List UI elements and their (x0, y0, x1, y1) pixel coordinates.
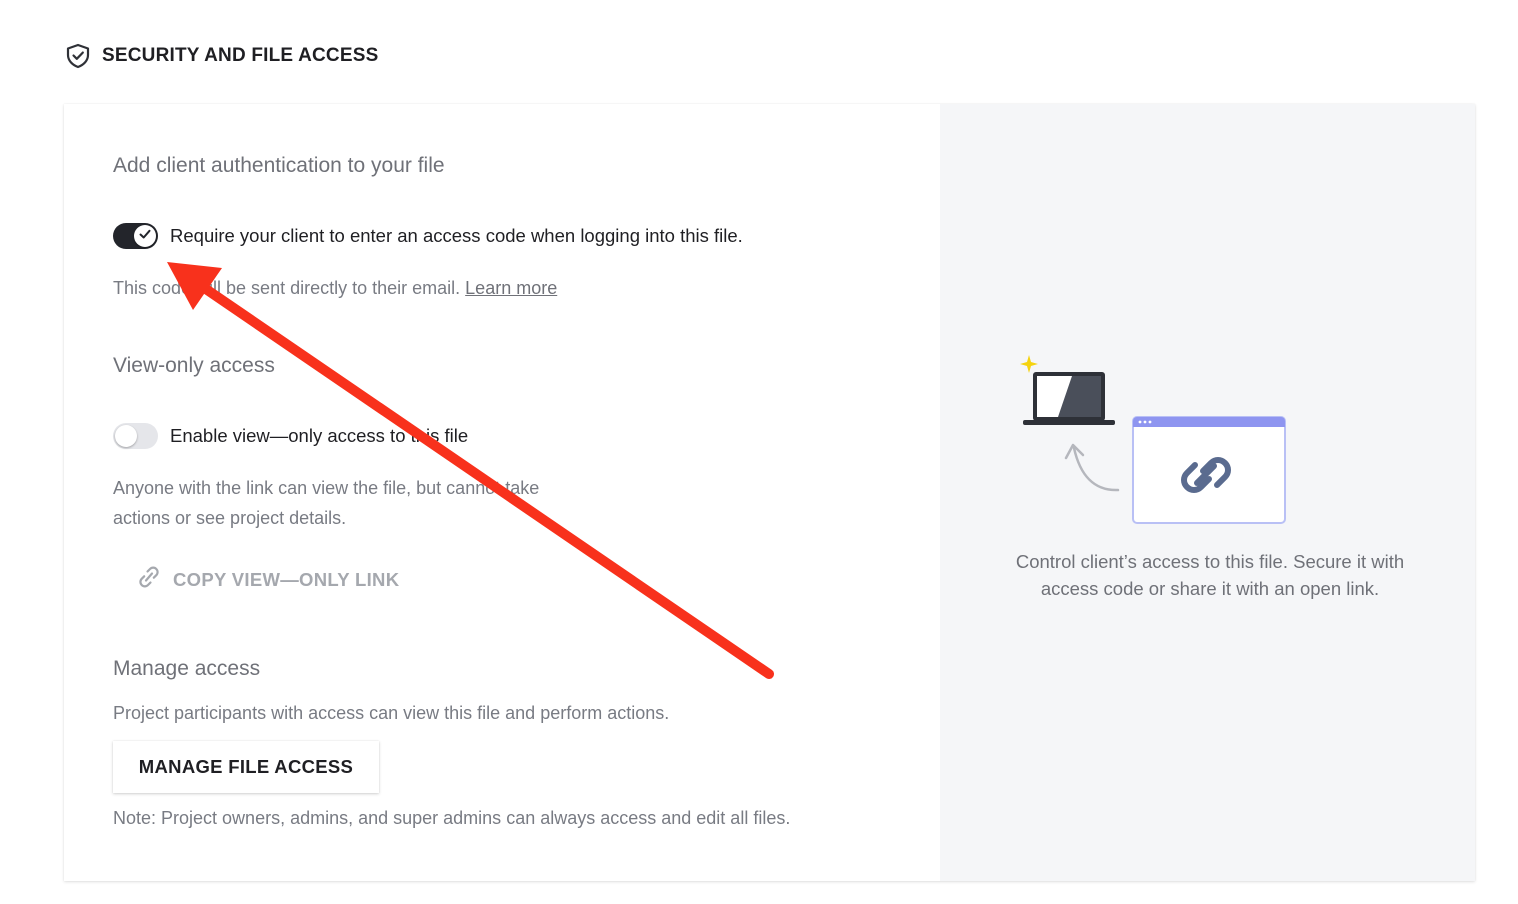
auth-description: This code will be sent directly to their… (113, 273, 557, 303)
check-icon (138, 227, 152, 246)
view-only-toggle[interactable] (113, 423, 158, 449)
section-header: SECURITY AND FILE ACCESS (64, 42, 378, 70)
view-only-description: Anyone with the link can view the file, … (113, 473, 539, 533)
toggle-knob (115, 425, 137, 447)
shield-check-icon (64, 42, 92, 70)
link-icon (139, 566, 159, 593)
manage-heading: Manage access (113, 657, 261, 680)
learn-more-link[interactable]: Learn more (465, 278, 557, 298)
manage-note: Note: Project owners, admins, and super … (113, 808, 791, 828)
auth-description-text: This code will be sent directly to their… (113, 278, 461, 298)
section-title: SECURITY AND FILE ACCESS (102, 45, 379, 66)
curved-arrow-icon (1064, 443, 1120, 492)
access-code-toggle[interactable] (113, 223, 158, 249)
laptop-and-link-illustration (1020, 351, 1320, 531)
toggle-knob (134, 225, 156, 247)
manage-file-access-button[interactable]: MANAGE FILE ACCESS (113, 741, 379, 793)
view-only-description-line2: actions or see project details. (113, 508, 347, 528)
view-only-heading: View-only access (113, 354, 275, 377)
view-only-toggle-label: Enable view—only access to this file (170, 425, 469, 446)
view-only-description-line1: Anyone with the link can view the file, … (113, 478, 540, 498)
info-caption: Control client’s access to this file. Se… (1015, 551, 1405, 599)
sparkle-icon (1020, 355, 1038, 373)
copy-view-only-link-label: COPY VIEW—ONLY LINK (173, 568, 400, 590)
access-code-toggle-label: Require your client to enter an access c… (170, 225, 743, 246)
laptop-icon (1023, 372, 1115, 425)
settings-pane: Add client authentication to your file R… (64, 104, 940, 881)
info-pane: Control client’s access to this file. Se… (940, 104, 1475, 881)
auth-heading: Add client authentication to your file (113, 154, 445, 177)
auth-toggle-row: Require your client to enter an access c… (113, 223, 743, 249)
copy-view-only-link-button[interactable]: COPY VIEW—ONLY LINK (139, 566, 399, 593)
manage-description: Project participants with access can vie… (113, 703, 670, 723)
security-card: Add client authentication to your file R… (64, 104, 1475, 881)
view-only-toggle-row: Enable view—only access to this file (113, 423, 468, 449)
